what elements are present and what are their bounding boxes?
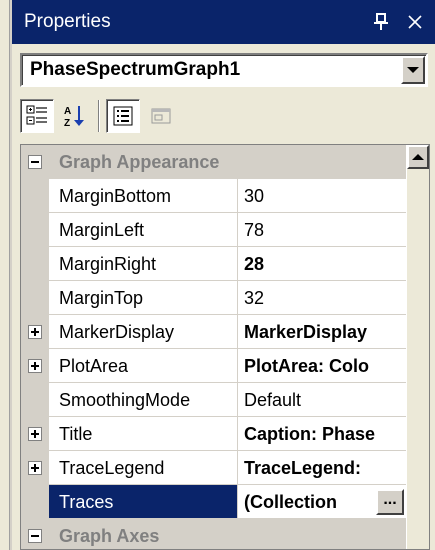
property-value[interactable]: 28 — [238, 247, 406, 281]
properties-button[interactable] — [106, 99, 140, 133]
window-title: Properties — [24, 11, 111, 32]
categorized-icon — [26, 105, 47, 125]
ellipsis-button[interactable]: ... — [376, 489, 404, 515]
row-gutter — [21, 451, 49, 485]
events-icon — [151, 108, 171, 124]
events-button[interactable] — [144, 99, 178, 133]
expand-icon[interactable] — [28, 427, 42, 441]
property-name: MarkerDisplay — [49, 315, 238, 349]
property-row-plotarea[interactable]: PlotArea PlotArea: Colo — [21, 349, 406, 383]
property-name: MarginLeft — [49, 213, 238, 247]
category-label: Graph Appearance — [59, 152, 220, 172]
property-name: MarginRight — [49, 247, 238, 281]
properties-toolbar: A Z — [20, 96, 428, 136]
object-selector[interactable]: PhaseSpectrumGraph1 — [20, 53, 428, 87]
object-selector-value: PhaseSpectrumGraph1 — [30, 59, 241, 80]
left-dock-strip — [0, 0, 10, 550]
vertical-scrollbar[interactable] — [407, 145, 429, 549]
property-name: Title — [49, 417, 238, 451]
chevron-up-icon — [412, 154, 424, 160]
property-value[interactable]: Caption: Phase — [238, 417, 406, 451]
dropdown-button[interactable] — [401, 56, 425, 84]
alphabetical-button[interactable]: A Z — [58, 99, 92, 133]
row-gutter — [21, 315, 49, 349]
scroll-up-button[interactable] — [407, 145, 429, 169]
property-row-tracelegend[interactable]: TraceLegend TraceLegend: — [21, 451, 406, 485]
property-row-marginright[interactable]: MarginRight 28 — [21, 247, 406, 281]
properties-icon — [113, 106, 133, 126]
property-row-smoothingmode[interactable]: SmoothingMode Default — [21, 383, 406, 417]
property-name: SmoothingMode — [49, 383, 238, 417]
property-value[interactable]: PlotArea: Colo — [238, 349, 406, 383]
property-value[interactable]: MarkerDisplay — [238, 315, 406, 349]
toolbar-separator — [98, 100, 100, 132]
property-name: MarginTop — [49, 281, 238, 315]
row-gutter — [21, 213, 49, 247]
collapse-icon[interactable] — [28, 529, 42, 543]
row-gutter — [21, 179, 49, 213]
property-row-title[interactable]: Title Caption: Phase — [21, 417, 406, 451]
pin-icon[interactable] — [367, 8, 395, 36]
property-name: PlotArea — [49, 349, 238, 383]
categorized-button[interactable] — [20, 99, 54, 133]
svg-text:A: A — [64, 106, 71, 117]
property-row-marginleft[interactable]: MarginLeft 78 — [21, 213, 406, 247]
expand-icon[interactable] — [28, 325, 42, 339]
row-gutter — [21, 281, 49, 315]
property-name: TraceLegend — [49, 451, 238, 485]
row-gutter — [21, 349, 49, 383]
svg-text:Z: Z — [64, 118, 70, 128]
alphabetical-icon: A Z — [64, 106, 84, 128]
category-label: Graph Axes — [59, 526, 160, 546]
property-row-marginbottom[interactable]: MarginBottom 30 — [21, 179, 406, 213]
property-row-margintop[interactable]: MarginTop 32 — [21, 281, 406, 315]
property-name: MarginBottom — [49, 179, 238, 213]
property-value[interactable]: 30 — [238, 179, 406, 213]
property-grid: Graph Appearance MarginBottom 30 MarginL… — [20, 144, 430, 550]
property-value[interactable]: 32 — [238, 281, 406, 315]
expand-icon[interactable] — [28, 461, 42, 475]
row-gutter — [21, 383, 49, 417]
property-name: Traces — [49, 485, 238, 519]
category-graph-axes[interactable]: Graph Axes — [21, 519, 406, 549]
close-icon[interactable] — [401, 8, 429, 36]
property-value[interactable]: TraceLegend: — [238, 451, 406, 485]
row-gutter — [21, 485, 49, 519]
expand-icon[interactable] — [28, 359, 42, 373]
title-bar: Properties — [12, 0, 435, 44]
collapse-icon[interactable] — [28, 155, 42, 169]
property-row-traces[interactable]: Traces (Collection ... — [21, 485, 406, 519]
chevron-down-icon — [407, 67, 419, 73]
properties-window: Properties PhaseSpectrumGraph1 A Z Graph… — [0, 0, 435, 550]
property-value[interactable]: Default — [238, 383, 406, 417]
category-graph-appearance[interactable]: Graph Appearance — [21, 145, 406, 179]
row-gutter — [21, 417, 49, 451]
row-gutter — [21, 247, 49, 281]
property-value[interactable]: 78 — [238, 213, 406, 247]
property-row-markerdisplay[interactable]: MarkerDisplay MarkerDisplay — [21, 315, 406, 349]
